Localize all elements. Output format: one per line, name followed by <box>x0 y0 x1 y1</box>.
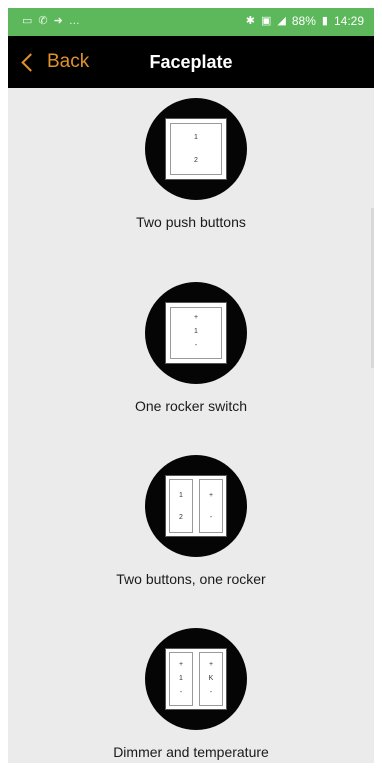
rocker-number-label: 1 <box>194 328 198 335</box>
temperature-minus-label: - <box>209 689 213 696</box>
faceplate-option-one-rocker-switch[interactable]: + 1 - One rocker switch <box>8 272 374 440</box>
button-2-label: 2 <box>179 514 183 521</box>
rocker-plus-label: + <box>208 492 214 499</box>
faceplate-thumbnail: 1 2 <box>145 98 247 200</box>
chevron-left-icon <box>21 52 40 72</box>
faceplate-icon: 1 2 + - <box>165 475 227 537</box>
temperature-plus-label: + <box>208 661 214 668</box>
right-temperature-column: + K - <box>199 652 223 706</box>
faceplate-icon: 1 2 <box>165 118 227 180</box>
dimmer-plus-label: + <box>178 661 184 668</box>
faceplate-option-two-buttons-one-rocker[interactable]: 1 2 + - Two buttons, one rocker <box>8 445 374 613</box>
faceplate-option-dimmer-and-temperature[interactable]: + 1 - + K - Dimmer and temperature <box>8 618 374 763</box>
right-rocker-column: + - <box>199 479 223 533</box>
phone-icon: ✆ <box>38 15 48 27</box>
dimmer-minus-label: - <box>179 689 183 696</box>
back-label: Back <box>47 51 90 72</box>
option-label: Two push buttons <box>136 214 246 230</box>
signal-icon: ◢ <box>277 15 286 27</box>
left-dimmer-column: + 1 - <box>169 652 193 706</box>
faceplate-icon: + 1 - <box>165 302 227 364</box>
battery-icon: ▮ <box>321 15 328 27</box>
rocker-area: + 1 - <box>170 307 222 359</box>
status-notifications: ▭ ✆ ➜ … <box>22 14 80 28</box>
clock: 14:29 <box>333 14 364 28</box>
option-label: Two buttons, one rocker <box>116 571 266 587</box>
button-area: 1 2 <box>170 123 222 175</box>
faceplate-thumbnail: 1 2 + - <box>145 455 247 557</box>
button-1-label: 1 <box>179 492 183 499</box>
left-button-column: 1 2 <box>169 479 193 533</box>
bluetooth-icon: ✱ <box>245 15 255 27</box>
status-bar: ▭ ✆ ➜ … ✱ ▣ ◢ 88% ▮ 14:29 <box>8 8 374 36</box>
rocker-minus-label: - <box>209 514 213 521</box>
option-label: One rocker switch <box>134 398 248 414</box>
back-button[interactable]: Back <box>21 36 90 88</box>
faceplate-option-two-push-buttons[interactable]: 1 2 Two push buttons <box>8 88 374 256</box>
status-system: ✱ ▣ ◢ 88% ▮ 14:29 <box>246 14 364 28</box>
button-2-label: 2 <box>194 157 198 164</box>
app-bar: Back Faceplate <box>8 36 374 88</box>
battery-level: 88% <box>291 14 316 28</box>
temperature-unit-label: K <box>208 675 214 682</box>
rocker-plus-label: + <box>193 314 199 321</box>
scrollbar[interactable] <box>371 208 374 368</box>
faceplate-thumbnail: + 1 - <box>145 282 247 384</box>
more-icon: … <box>68 15 80 27</box>
image-icon: ▭ <box>22 15 33 27</box>
faceplate-icon: + 1 - + K - <box>165 648 227 710</box>
faceplate-thumbnail: + 1 - + K - <box>145 628 247 730</box>
button-1-label: 1 <box>194 134 198 141</box>
arrow-icon: ➜ <box>53 15 63 27</box>
nfc-icon: ▣ <box>261 15 272 27</box>
dimmer-number-label: 1 <box>179 675 183 682</box>
phone-screen: ▭ ✆ ➜ … ✱ ▣ ◢ 88% ▮ 14:29 Back Faceplate <box>8 8 374 763</box>
option-label: Dimmer and temperature <box>113 744 269 760</box>
rocker-minus-label: - <box>194 342 198 349</box>
